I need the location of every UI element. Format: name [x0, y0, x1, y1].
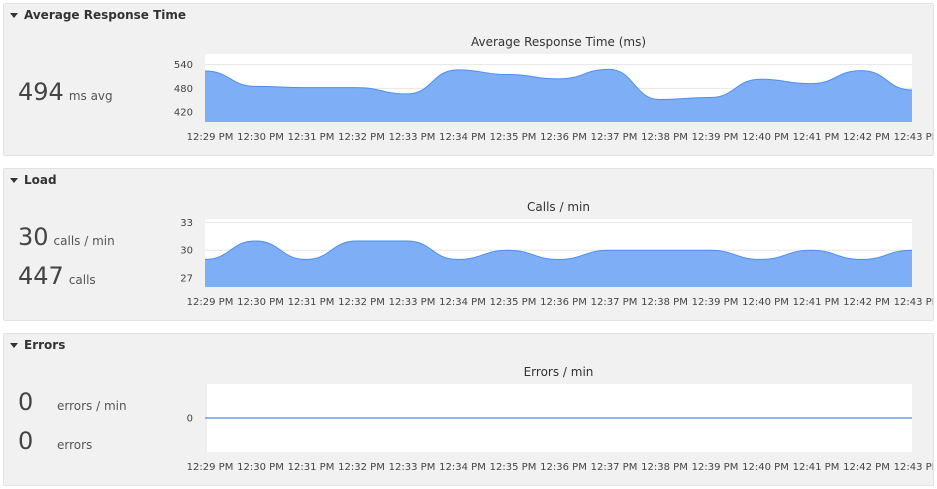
x-tick-label: 12:29 PM: [187, 462, 234, 473]
x-tick-label: 12:42 PM: [843, 462, 890, 473]
y-tick-label: 33: [180, 218, 193, 229]
response-time-chart: Average Response Time (ms) 420 480 540 12:29…: [174, 35, 933, 143]
x-tick-label: 12:33 PM: [389, 462, 436, 473]
x-tick-label: 12:37 PM: [591, 462, 638, 473]
x-tick-label: 12:42 PM: [843, 132, 890, 143]
y-tick-label: 420: [174, 108, 193, 119]
y-tick-label: 480: [174, 84, 193, 95]
x-tick-label: 12:31 PM: [288, 297, 335, 308]
chart-title: Calls / min: [527, 200, 590, 214]
x-tick-label: 12:30 PM: [237, 132, 284, 143]
x-tick-label: 12:33 PM: [389, 297, 436, 308]
x-tick-label: 12:32 PM: [338, 132, 385, 143]
x-tick-label: 12:41 PM: [793, 132, 840, 143]
x-tick-label: 12:43 PM: [894, 297, 933, 308]
load-chart: Calls / min 27 30 33 12:29 PM 12:30 PM 12:31 P…: [180, 200, 933, 308]
x-tick-label: 12:41 PM: [793, 462, 840, 473]
x-tick-label: 12:36 PM: [540, 297, 587, 308]
x-tick-label: 12:40 PM: [742, 132, 789, 143]
x-tick-label: 12:38 PM: [641, 462, 688, 473]
x-tick-label: 12:30 PM: [237, 462, 284, 473]
x-tick-label: 12:43 PM: [894, 462, 933, 473]
y-tick-label: 540: [174, 60, 193, 71]
y-tick-label: 27: [180, 273, 193, 284]
x-tick-label: 12:34 PM: [439, 132, 486, 143]
x-tick-label: 12:41 PM: [793, 297, 840, 308]
y-tick-label: 0: [187, 414, 193, 425]
x-tick-label: 12:33 PM: [389, 132, 436, 143]
x-tick-label: 12:36 PM: [540, 132, 587, 143]
chart-title: Average Response Time (ms): [471, 35, 646, 49]
x-tick-label: 12:30 PM: [237, 297, 284, 308]
chart-title: Errors / min: [524, 365, 594, 379]
x-tick-label: 12:43 PM: [894, 132, 933, 143]
load-panel: Load 30 calls / min 447 calls Calls / mi…: [3, 168, 934, 321]
x-tick-label: 12:35 PM: [490, 132, 537, 143]
x-tick-label: 12:39 PM: [692, 462, 739, 473]
errors-panel: Errors 0 errors / min 0 errors Errors / …: [3, 333, 934, 486]
x-tick-label: 12:38 PM: [641, 297, 688, 308]
x-tick-label: 12:35 PM: [490, 462, 537, 473]
x-tick-label: 12:32 PM: [338, 297, 385, 308]
y-tick-label: 30: [180, 246, 193, 257]
x-tick-label: 12:39 PM: [692, 297, 739, 308]
x-tick-label: 12:31 PM: [288, 132, 335, 143]
x-tick-label: 12:31 PM: [288, 462, 335, 473]
x-tick-label: 12:34 PM: [439, 297, 486, 308]
x-tick-label: 12:40 PM: [742, 297, 789, 308]
x-tick-label: 12:37 PM: [591, 297, 638, 308]
response-time-panel: Average Response Time 494 ms avg Average…: [3, 3, 934, 156]
errors-chart: Errors / min012:29 PM 12:30 PM 12:31 PM 12:…: [187, 365, 933, 473]
x-tick-label: 12:34 PM: [439, 462, 486, 473]
x-tick-label: 12:40 PM: [742, 462, 789, 473]
x-tick-label: 12:29 PM: [187, 297, 234, 308]
x-tick-label: 12:29 PM: [187, 132, 234, 143]
x-tick-label: 12:39 PM: [692, 132, 739, 143]
x-tick-label: 12:42 PM: [843, 297, 890, 308]
x-tick-label: 12:32 PM: [338, 462, 385, 473]
x-tick-label: 12:37 PM: [591, 132, 638, 143]
x-tick-label: 12:35 PM: [490, 297, 537, 308]
x-tick-label: 12:36 PM: [540, 462, 587, 473]
x-tick-label: 12:38 PM: [641, 132, 688, 143]
